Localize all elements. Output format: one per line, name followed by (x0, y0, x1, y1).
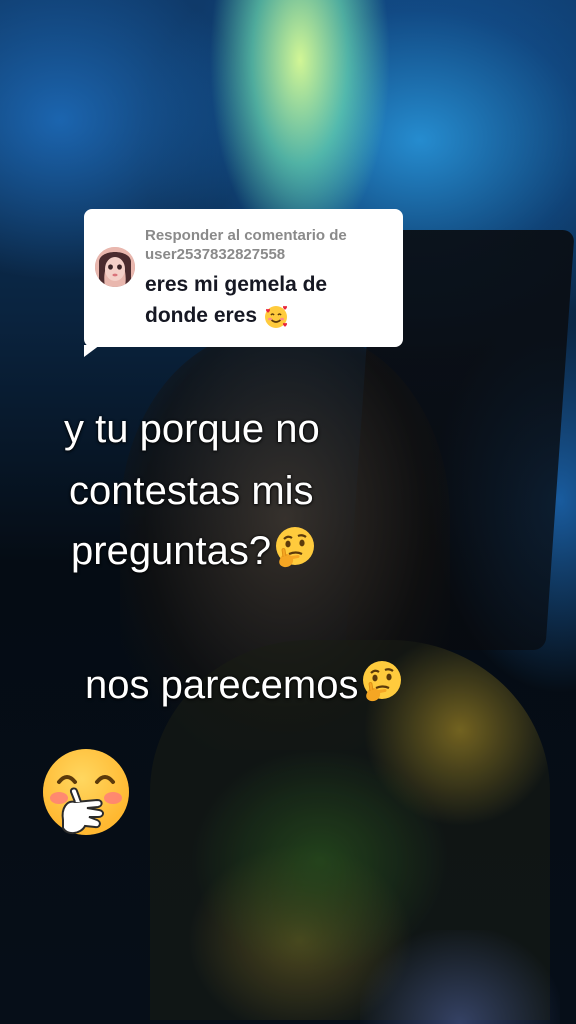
reply-comment-text: eres mi gemela de donde eres (145, 269, 395, 339)
smiling-face-with-hearts-icon (263, 304, 289, 339)
caption-line-1: y tu porque no (64, 407, 320, 451)
caption-line-3-text: preguntas? (71, 529, 272, 573)
reply-comment-body: eres mi gemela de donde eres (145, 273, 328, 327)
face-with-hand-over-mouth-icon (41, 748, 131, 838)
commenter-avatar[interactable] (95, 247, 135, 287)
reply-comment-card[interactable]: Responder al comentario de user253783282… (84, 209, 403, 347)
video-frame[interactable]: Responder al comentario de user253783282… (0, 0, 576, 1024)
caption-line-4-text: nos parecemos (85, 663, 359, 707)
background-glow (360, 930, 560, 1024)
caption-line-4: nos parecemos (85, 656, 406, 722)
thinking-face-icon (358, 658, 406, 722)
caption-line-3: preguntas? (71, 522, 319, 588)
caption-line-2: contestas mis (69, 469, 314, 513)
reply-header: Responder al comentario de user253783282… (145, 227, 347, 263)
thinking-face-icon (271, 524, 319, 588)
